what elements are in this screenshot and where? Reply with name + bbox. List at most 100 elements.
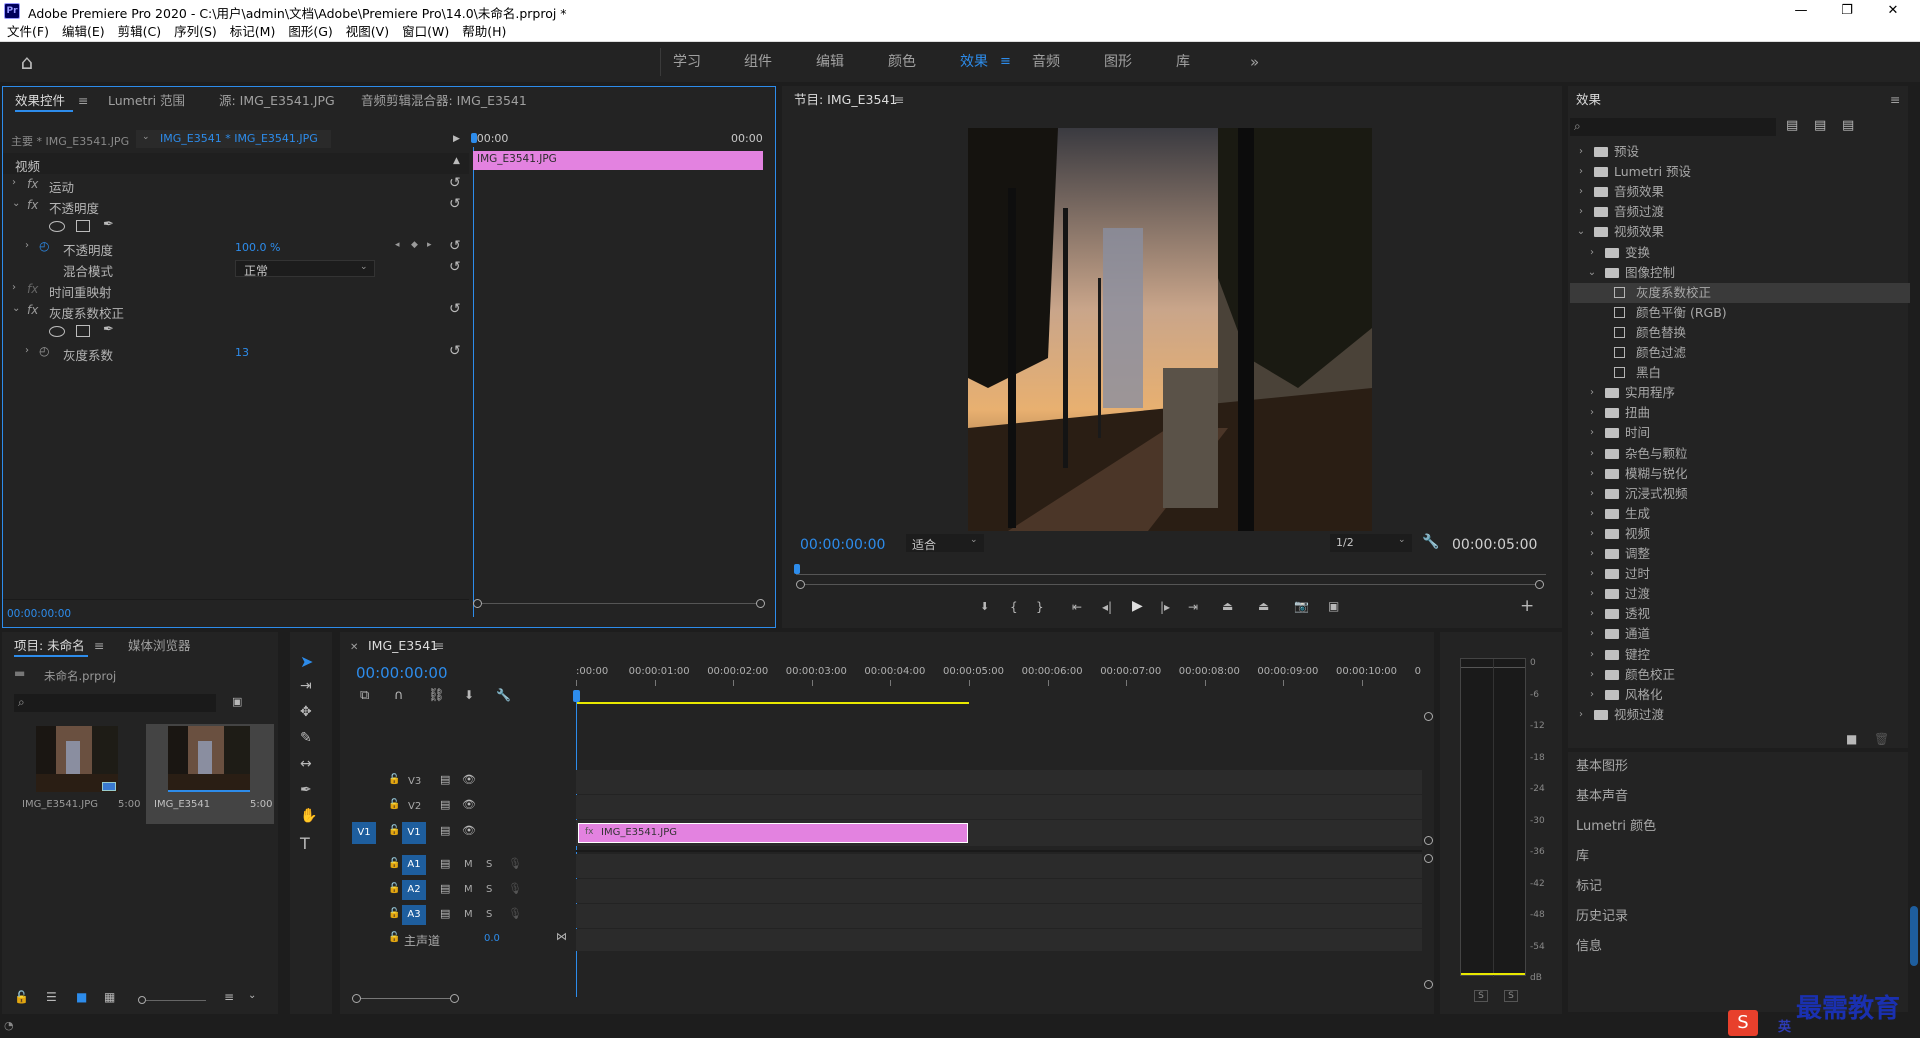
mute-button[interactable]: M <box>464 859 473 870</box>
chevron-down-icon[interactable]: ⌄ <box>248 990 256 1001</box>
sync-lock-icon[interactable]: ▤ <box>440 824 450 837</box>
timeline-zoom-bar[interactable] <box>352 994 1412 1004</box>
close-tab-icon[interactable]: ✕ <box>350 640 358 656</box>
ec-playhead[interactable] <box>471 133 477 143</box>
lock-icon[interactable]: 🔓 <box>388 799 400 810</box>
panel-essential-graphics[interactable]: 基本图形 <box>1568 752 1908 782</box>
add-keyframe-icon[interactable]: ◆ <box>411 240 418 250</box>
list-view-icon[interactable]: ☰ <box>46 990 57 1004</box>
effect-item[interactable]: 颜色过滤 <box>1570 343 1910 363</box>
program-video-frame[interactable] <box>968 128 1372 531</box>
lock-icon[interactable]: 🔓 <box>388 825 400 836</box>
solo-right-button[interactable]: S <box>1504 990 1518 1002</box>
effects-folder[interactable]: › 预设 <box>1570 142 1910 162</box>
prev-keyframe-icon[interactable]: ◂ <box>395 240 400 250</box>
home-icon[interactable]: ⌂ <box>14 51 40 73</box>
solo-button[interactable]: S <box>486 884 492 895</box>
tab-project[interactable]: 项目: 未命名 <box>14 638 85 654</box>
timeline-clip[interactable]: fx IMG_E3541.JPG <box>578 823 968 843</box>
freeform-view-icon[interactable]: ▦ <box>104 990 115 1004</box>
stopwatch-icon[interactable]: ◴ <box>39 239 49 253</box>
tab-lumetri-scopes[interactable]: Lumetri 范围 <box>108 93 185 109</box>
effects-folder[interactable]: ⌄ 图像控制 <box>1570 263 1910 283</box>
fit-dropdown[interactable]: 适合 ⌄ <box>906 534 984 552</box>
effects-folder[interactable]: › 颜色校正 <box>1570 665 1910 685</box>
workspace-color[interactable]: 颜色 <box>888 52 916 72</box>
ripple-edit-tool-icon[interactable]: ✥ <box>300 704 312 720</box>
lift-icon[interactable]: ⏏ <box>1222 599 1233 613</box>
effect-item[interactable]: 灰度系数校正 <box>1570 282 1910 303</box>
microphone-icon[interactable]: 🎙 <box>508 882 522 895</box>
expand-arrow-icon[interactable]: › <box>1587 645 1597 665</box>
track-target-v1[interactable]: V1 <box>402 822 426 844</box>
tab-menu-icon[interactable]: ≡ <box>94 638 104 654</box>
reset-icon[interactable]: ↺ <box>449 343 461 359</box>
program-timecode-in[interactable]: 00:00:00:00 <box>800 537 885 553</box>
step-back-icon[interactable]: ◂| <box>1102 600 1112 614</box>
slip-tool-icon[interactable]: ↔ <box>300 756 312 772</box>
maximize-icon[interactable]: ❐ <box>1824 0 1870 22</box>
timeline-playhead[interactable] <box>573 690 580 702</box>
close-icon[interactable]: ✕ <box>1870 0 1916 22</box>
effect-item[interactable]: 黑白 <box>1570 363 1910 383</box>
track-select-tool-icon[interactable]: ⇥ <box>300 678 312 694</box>
effects-search-input[interactable]: ⌕ <box>1570 118 1776 136</box>
track-target-a2[interactable]: A2 <box>402 880 426 900</box>
menu-sequence[interactable]: 序列(S) <box>174 22 217 42</box>
wrench-icon[interactable]: 🔧 <box>1422 534 1439 550</box>
menu-window[interactable]: 窗口(W) <box>402 22 449 42</box>
expand-arrow-icon[interactable]: › <box>1587 524 1597 544</box>
collapse-arrow-icon[interactable]: ⌄ <box>1576 222 1586 242</box>
eye-icon[interactable]: 👁 <box>462 824 476 837</box>
collapse-arrow-icon[interactable]: ⌄ <box>12 303 20 314</box>
go-to-out-icon[interactable]: ⇥ <box>1188 600 1198 614</box>
menu-edit[interactable]: 编辑(E) <box>62 22 105 42</box>
expand-arrow-icon[interactable]: › <box>12 177 16 188</box>
timeline-settings-icon[interactable]: 🔧 <box>496 688 511 702</box>
effects-folder[interactable]: › 实用程序 <box>1570 383 1910 403</box>
workspace-libraries[interactable]: 库 <box>1176 52 1190 72</box>
collapse-arrow-icon[interactable]: ⌄ <box>12 198 20 209</box>
track-target-a3[interactable]: A3 <box>402 905 426 925</box>
tab-menu-icon[interactable]: ≡ <box>894 92 904 108</box>
minimize-icon[interactable]: — <box>1778 0 1824 22</box>
find-icon[interactable]: ▣ <box>232 695 242 708</box>
mute-button[interactable]: M <box>464 884 473 895</box>
expand-arrow-icon[interactable]: › <box>1587 504 1597 524</box>
pen-mask-icon[interactable]: ✒ <box>103 322 114 337</box>
effects-folder[interactable]: › 扭曲 <box>1570 403 1910 423</box>
menu-clip[interactable]: 剪辑(C) <box>118 22 161 42</box>
menu-file[interactable]: 文件(F) <box>7 22 49 42</box>
panel-menu-icon[interactable]: ≡ <box>1890 92 1900 108</box>
effects-folder[interactable]: › 键控 <box>1570 645 1910 665</box>
effects-folder[interactable]: › 时间 <box>1570 423 1910 443</box>
linked-selection-icon[interactable]: ⛓ <box>428 688 445 703</box>
time-remap-row[interactable]: › fx 时间重映射 <box>3 279 469 300</box>
solo-button[interactable]: S <box>486 859 492 870</box>
mark-in-icon[interactable]: { <box>1010 600 1018 614</box>
expand-arrow-icon[interactable]: › <box>1587 604 1597 624</box>
expand-arrow-icon[interactable]: › <box>1587 484 1597 504</box>
menu-graphics[interactable]: 图形(G) <box>288 22 332 42</box>
expand-arrow-icon[interactable]: › <box>1576 182 1586 202</box>
menu-view[interactable]: 视图(V) <box>346 22 389 42</box>
microphone-icon[interactable]: 🎙 <box>508 907 522 920</box>
expand-arrow-icon[interactable]: › <box>1587 564 1597 584</box>
go-to-in-icon[interactable]: ⇤ <box>1072 600 1082 614</box>
collapse-up-icon[interactable]: ▲ <box>453 156 460 166</box>
lock-icon[interactable]: 🔓 <box>388 908 400 919</box>
pen-tool-icon[interactable]: ✒ <box>300 782 312 798</box>
expand-arrow-icon[interactable]: › <box>25 345 29 356</box>
project-search-input[interactable]: ⌕ <box>14 694 216 712</box>
razor-tool-icon[interactable]: ✎ <box>300 730 312 746</box>
export-frame-icon[interactable]: 📷 <box>1294 599 1309 613</box>
ellipse-mask-icon[interactable] <box>49 326 65 337</box>
effects-folder[interactable]: › 音频过渡 <box>1570 202 1910 222</box>
expand-arrow-icon[interactable]: › <box>1587 584 1597 604</box>
type-tool-icon[interactable]: T <box>300 834 310 853</box>
pen-mask-icon[interactable]: ✒ <box>103 217 114 232</box>
stopwatch-icon[interactable]: ◴ <box>39 344 49 358</box>
next-keyframe-icon[interactable]: ▸ <box>427 240 432 250</box>
step-forward-icon[interactable]: |▸ <box>1160 600 1170 614</box>
icon-view-icon[interactable]: ■ <box>76 990 87 1004</box>
